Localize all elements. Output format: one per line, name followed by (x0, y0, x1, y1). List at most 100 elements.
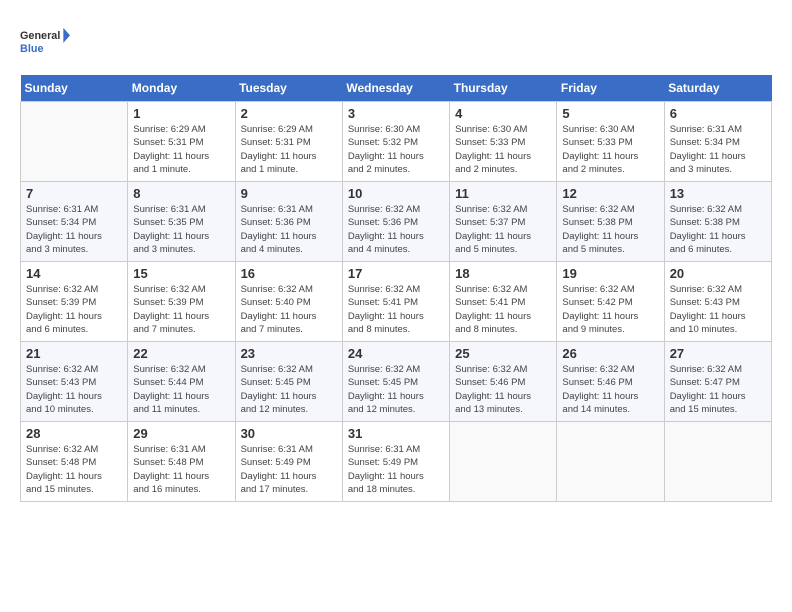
day-number: 16 (241, 266, 337, 281)
svg-text:Blue: Blue (20, 43, 43, 55)
svg-text:General: General (20, 30, 60, 42)
day-number: 21 (26, 346, 122, 361)
header-saturday: Saturday (664, 75, 771, 102)
calendar-cell: 21 Sunrise: 6:32 AMSunset: 5:43 PMDayligh… (21, 342, 128, 422)
day-info: Sunrise: 6:32 AMSunset: 5:45 PMDaylight:… (241, 363, 337, 416)
day-info: Sunrise: 6:32 AMSunset: 5:43 PMDaylight:… (670, 283, 766, 336)
day-info: Sunrise: 6:31 AMSunset: 5:49 PMDaylight:… (348, 443, 444, 496)
day-number: 2 (241, 106, 337, 121)
calendar-cell (664, 422, 771, 502)
calendar-cell: 10 Sunrise: 6:32 AMSunset: 5:36 PMDayligh… (342, 182, 449, 262)
day-number: 19 (562, 266, 658, 281)
calendar-cell: 2Sunrise: 6:29 AMSunset: 5:31 PMDaylight… (235, 102, 342, 182)
calendar-cell: 11Sunrise: 6:32 AMSunset: 5:37 PMDayligh… (450, 182, 557, 262)
day-info: Sunrise: 6:32 AMSunset: 5:43 PMDaylight:… (26, 363, 122, 416)
calendar-cell: 1Sunrise: 6:29 AMSunset: 5:31 PMDaylight… (128, 102, 235, 182)
day-info: Sunrise: 6:32 AMSunset: 5:45 PMDaylight:… (348, 363, 444, 416)
header-friday: Friday (557, 75, 664, 102)
calendar-cell: 19 Sunrise: 6:32 AMSunset: 5:42 PMDayligh… (557, 262, 664, 342)
calendar-cell: 25 Sunrise: 6:32 AMSunset: 5:46 PMDayligh… (450, 342, 557, 422)
page-header: General Blue (20, 20, 772, 65)
day-number: 26 (562, 346, 658, 361)
day-info: Sunrise: 6:31 AMSunset: 5:49 PMDaylight:… (241, 443, 337, 496)
calendar-cell: 9 Sunrise: 6:31 AMSunset: 5:36 PMDaylight… (235, 182, 342, 262)
day-info: Sunrise: 6:32 AMSunset: 5:40 PMDaylight:… (241, 283, 337, 336)
calendar-cell: 4 Sunrise: 6:30 AMSunset: 5:33 PMDaylight… (450, 102, 557, 182)
week-row-5: 28Sunrise: 6:32 AMSunset: 5:48 PMDayligh… (21, 422, 772, 502)
calendar-cell (450, 422, 557, 502)
calendar-cell: 22 Sunrise: 6:32 AMSunset: 5:44 PMDayligh… (128, 342, 235, 422)
calendar-table: SundayMondayTuesdayWednesdayThursdayFrid… (20, 75, 772, 502)
header-tuesday: Tuesday (235, 75, 342, 102)
day-number: 4 (455, 106, 551, 121)
calendar-cell: 31 Sunrise: 6:31 AMSunset: 5:49 PMDayligh… (342, 422, 449, 502)
day-number: 9 (241, 186, 337, 201)
header-wednesday: Wednesday (342, 75, 449, 102)
calendar-cell: 16 Sunrise: 6:32 AMSunset: 5:40 PMDayligh… (235, 262, 342, 342)
day-info: Sunrise: 6:31 AMSunset: 5:48 PMDaylight:… (133, 443, 229, 496)
day-info: Sunrise: 6:32 AMSunset: 5:41 PMDaylight:… (348, 283, 444, 336)
calendar-cell: 13 Sunrise: 6:32 AMSunset: 5:38 PMDayligh… (664, 182, 771, 262)
day-number: 20 (670, 266, 766, 281)
calendar-cell: 15Sunrise: 6:32 AMSunset: 5:39 PMDayligh… (128, 262, 235, 342)
day-info: Sunrise: 6:30 AMSunset: 5:33 PMDaylight:… (562, 123, 658, 176)
calendar-cell (21, 102, 128, 182)
day-info: Sunrise: 6:32 AMSunset: 5:36 PMDaylight:… (348, 203, 444, 256)
day-info: Sunrise: 6:31 AMSunset: 5:35 PMDaylight:… (133, 203, 229, 256)
logo: General Blue (20, 20, 70, 65)
week-row-4: 21 Sunrise: 6:32 AMSunset: 5:43 PMDayligh… (21, 342, 772, 422)
calendar-cell: 27Sunrise: 6:32 AMSunset: 5:47 PMDayligh… (664, 342, 771, 422)
day-number: 5 (562, 106, 658, 121)
day-info: Sunrise: 6:32 AMSunset: 5:38 PMDaylight:… (670, 203, 766, 256)
week-row-3: 14Sunrise: 6:32 AMSunset: 5:39 PMDayligh… (21, 262, 772, 342)
day-number: 23 (241, 346, 337, 361)
header-monday: Monday (128, 75, 235, 102)
calendar-cell: 14Sunrise: 6:32 AMSunset: 5:39 PMDayligh… (21, 262, 128, 342)
calendar-cell: 24 Sunrise: 6:32 AMSunset: 5:45 PMDayligh… (342, 342, 449, 422)
day-number: 8 (133, 186, 229, 201)
day-info: Sunrise: 6:30 AMSunset: 5:32 PMDaylight:… (348, 123, 444, 176)
day-number: 14 (26, 266, 122, 281)
day-number: 31 (348, 426, 444, 441)
day-number: 29 (133, 426, 229, 441)
calendar-header-row: SundayMondayTuesdayWednesdayThursdayFrid… (21, 75, 772, 102)
day-number: 10 (348, 186, 444, 201)
day-info: Sunrise: 6:32 AMSunset: 5:48 PMDaylight:… (26, 443, 122, 496)
day-info: Sunrise: 6:32 AMSunset: 5:46 PMDaylight:… (562, 363, 658, 416)
header-thursday: Thursday (450, 75, 557, 102)
calendar-cell: 8 Sunrise: 6:31 AMSunset: 5:35 PMDaylight… (128, 182, 235, 262)
calendar-cell: 17 Sunrise: 6:32 AMSunset: 5:41 PMDayligh… (342, 262, 449, 342)
day-number: 1 (133, 106, 229, 121)
calendar-cell: 5 Sunrise: 6:30 AMSunset: 5:33 PMDaylight… (557, 102, 664, 182)
week-row-1: 1Sunrise: 6:29 AMSunset: 5:31 PMDaylight… (21, 102, 772, 182)
day-info: Sunrise: 6:32 AMSunset: 5:41 PMDaylight:… (455, 283, 551, 336)
day-info: Sunrise: 6:32 AMSunset: 5:37 PMDaylight:… (455, 203, 551, 256)
day-info: Sunrise: 6:32 AMSunset: 5:44 PMDaylight:… (133, 363, 229, 416)
day-info: Sunrise: 6:31 AMSunset: 5:34 PMDaylight:… (670, 123, 766, 176)
day-number: 15 (133, 266, 229, 281)
day-info: Sunrise: 6:31 AMSunset: 5:34 PMDaylight:… (26, 203, 122, 256)
day-number: 22 (133, 346, 229, 361)
day-number: 13 (670, 186, 766, 201)
day-number: 3 (348, 106, 444, 121)
calendar-cell: 18 Sunrise: 6:32 AMSunset: 5:41 PMDayligh… (450, 262, 557, 342)
day-number: 17 (348, 266, 444, 281)
day-info: Sunrise: 6:32 AMSunset: 5:42 PMDaylight:… (562, 283, 658, 336)
calendar-cell: 28Sunrise: 6:32 AMSunset: 5:48 PMDayligh… (21, 422, 128, 502)
day-info: Sunrise: 6:32 AMSunset: 5:38 PMDaylight:… (562, 203, 658, 256)
logo-svg: General Blue (20, 20, 70, 65)
calendar-cell (557, 422, 664, 502)
calendar-cell: 20 Sunrise: 6:32 AMSunset: 5:43 PMDayligh… (664, 262, 771, 342)
day-number: 24 (348, 346, 444, 361)
day-number: 18 (455, 266, 551, 281)
day-info: Sunrise: 6:30 AMSunset: 5:33 PMDaylight:… (455, 123, 551, 176)
day-info: Sunrise: 6:31 AMSunset: 5:36 PMDaylight:… (241, 203, 337, 256)
day-number: 25 (455, 346, 551, 361)
day-number: 27 (670, 346, 766, 361)
day-number: 12 (562, 186, 658, 201)
calendar-cell: 12 Sunrise: 6:32 AMSunset: 5:38 PMDayligh… (557, 182, 664, 262)
calendar-cell: 29 Sunrise: 6:31 AMSunset: 5:48 PMDayligh… (128, 422, 235, 502)
day-info: Sunrise: 6:32 AMSunset: 5:46 PMDaylight:… (455, 363, 551, 416)
calendar-cell: 7Sunrise: 6:31 AMSunset: 5:34 PMDaylight… (21, 182, 128, 262)
calendar-cell: 26 Sunrise: 6:32 AMSunset: 5:46 PMDayligh… (557, 342, 664, 422)
